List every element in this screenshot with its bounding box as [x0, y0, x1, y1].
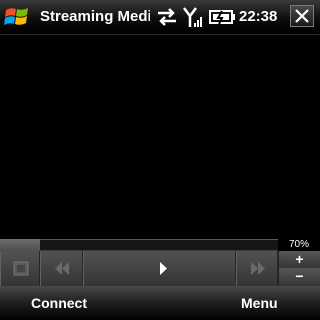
signal-antenna-icon[interactable]	[182, 6, 204, 33]
stop-button[interactable]	[0, 251, 40, 286]
connection-arrows-icon[interactable]	[155, 6, 179, 33]
connect-softkey[interactable]: Connect	[31, 295, 87, 311]
seek-played	[0, 239, 40, 251]
close-button[interactable]	[290, 5, 314, 27]
fast-forward-icon	[251, 262, 265, 275]
stop-icon	[13, 261, 29, 276]
play-icon	[160, 262, 167, 275]
volume-level: 70%	[278, 239, 320, 251]
volume-up-button[interactable]: +	[278, 251, 320, 268]
player-controls	[0, 251, 278, 286]
fast-forward-button[interactable]	[236, 251, 278, 286]
menu-softkey[interactable]: Menu	[241, 295, 278, 311]
volume-down-button[interactable]: −	[278, 268, 320, 286]
title-bar: Streaming Medi 22:38	[0, 0, 320, 35]
soft-key-bar: Connect Menu	[0, 286, 320, 320]
clock: 22:38	[239, 8, 278, 25]
seek-track[interactable]	[40, 240, 278, 250]
seek-bar[interactable]	[0, 239, 278, 251]
rewind-icon	[55, 262, 69, 275]
windows-start-icon[interactable]	[3, 4, 33, 30]
battery-charging-icon[interactable]	[209, 9, 237, 30]
app-title: Streaming Medi	[40, 8, 150, 25]
video-display[interactable]	[0, 35, 320, 239]
rewind-button[interactable]	[40, 251, 83, 286]
close-icon	[295, 9, 309, 23]
play-button[interactable]	[83, 251, 236, 286]
